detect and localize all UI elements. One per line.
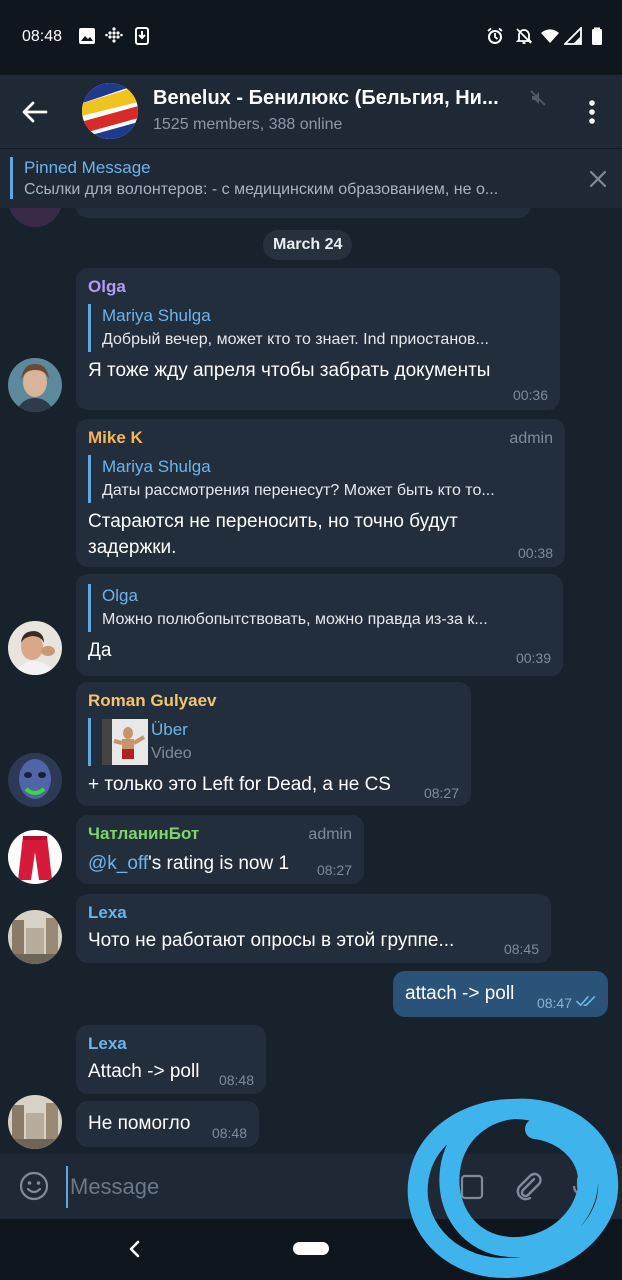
admin-badge: admin <box>509 430 553 447</box>
image-notification-icon <box>79 28 95 44</box>
message-time: 08:27 <box>316 862 352 878</box>
reply-quote-video[interactable]: Über Video <box>88 718 448 766</box>
bot-commands-icon[interactable] <box>458 1172 486 1202</box>
message-text: @k_off's rating is now 1 <box>88 851 289 877</box>
date-separator: March 24 <box>263 230 353 260</box>
avatar-mike[interactable] <box>8 621 62 675</box>
microphone-icon[interactable] <box>568 1172 598 1202</box>
reply-author: Olga <box>102 586 138 605</box>
message-time: 00:39 <box>515 650 551 666</box>
message-text: Я тоже жду апреля чтобы забрать документ… <box>88 360 491 381</box>
video-thumbnail <box>102 719 148 765</box>
back-arrow-icon[interactable] <box>20 97 50 127</box>
outgoing-message-bubble[interactable]: attach -> poll 08:47 <box>393 971 608 1017</box>
message-time: 08:48 <box>218 1072 254 1088</box>
close-icon[interactable] <box>588 169 608 189</box>
message-bubble[interactable]: ЧатланинБот admin @k_off's rating is now… <box>76 815 364 884</box>
attach-paperclip-icon[interactable] <box>512 1170 544 1202</box>
message-text: Чото не работают опросы в этой группе... <box>88 930 455 951</box>
reply-quote[interactable]: Olga Можно полюбопытствовать, можно прав… <box>88 584 551 632</box>
reply-media-type: Video <box>151 745 192 762</box>
pinned-text: Ссылки для волонтеров: - с медицинским о… <box>24 181 499 198</box>
message-time: 08:45 <box>503 941 539 957</box>
nav-home-pill[interactable] <box>293 1242 329 1255</box>
muted-icon <box>530 90 546 106</box>
message-time: 08:48 <box>211 1125 247 1141</box>
reply-quote[interactable]: Mariya Shulga Даты рассмотрения перенесу… <box>88 455 553 503</box>
avatar-lexa[interactable] <box>8 910 62 964</box>
reply-quote[interactable]: Mariya Shulga Добрый вечер, может кто то… <box>88 304 548 352</box>
dots-notification-icon <box>105 27 123 43</box>
message-input[interactable] <box>66 1166 386 1208</box>
emoji-icon[interactable] <box>18 1170 50 1202</box>
message-bubble[interactable]: Не помогло 08:48 <box>76 1101 259 1147</box>
message-time: 00:36 <box>512 387 548 403</box>
message-text: attach -> poll <box>405 983 515 1004</box>
reply-author: Über <box>151 720 188 739</box>
system-navigation-bar <box>0 1219 622 1280</box>
message-bubble[interactable]: Mike K admin Mariya Shulga Даты рассмотр… <box>76 419 565 567</box>
avatar-olga[interactable] <box>8 358 62 412</box>
reply-text: Добрый вечер, может кто то знает. Ind пр… <box>102 331 489 348</box>
message-bubble[interactable]: Lexa Чото не работают опросы в этой груп… <box>76 894 551 963</box>
message-text-rest: 's rating is now 1 <box>148 853 290 874</box>
status-bar: 08:48 <box>0 0 622 75</box>
pinned-accent-bar <box>10 157 13 199</box>
message-bubble[interactable]: Lexa Attach -> poll 08:48 <box>76 1025 266 1094</box>
sender-name[interactable]: ЧатланинБот <box>88 824 199 844</box>
signal-icon <box>564 27 582 45</box>
message-time: 08:47 <box>536 995 572 1011</box>
message-bubble[interactable]: Olga Можно полюбопытствовать, можно прав… <box>76 574 563 676</box>
message-text: Не помогло <box>88 1113 191 1134</box>
message-text: + только это Left for Dead, а не CS <box>88 774 391 795</box>
avatar-bot[interactable] <box>8 830 62 884</box>
message-composer <box>0 1154 622 1219</box>
message-text-line-1: Стараются не переносить, но точно будут <box>88 511 458 532</box>
message-text: Attach -> poll <box>88 1061 200 1082</box>
sender-name[interactable]: Lexa <box>88 1034 127 1054</box>
user-mention-link[interactable]: @k_off <box>88 853 148 874</box>
notifications-off-icon <box>515 28 533 44</box>
alarm-icon <box>487 27 503 44</box>
message-bubble[interactable]: Roman Gulyaev Über Video + только это Le… <box>76 682 471 806</box>
nav-back-icon[interactable] <box>126 1239 144 1259</box>
avatar-lexa[interactable] <box>8 1095 62 1149</box>
reply-author: Mariya Shulga <box>102 306 211 325</box>
message-text-line-2: задержки. <box>88 537 177 558</box>
download-notification-icon <box>135 27 149 45</box>
message-list[interactable]: March 24 Olga Mariya Shulga Добрый вечер… <box>0 208 622 1154</box>
chat-header: Benelux - Бенилюкс (Бельгия, Ни... 1525 … <box>0 75 622 148</box>
message-text: Да <box>88 640 112 661</box>
pinned-title: Pinned Message <box>24 158 151 177</box>
battery-icon <box>592 27 602 45</box>
avatar-roman[interactable] <box>8 753 62 807</box>
sender-name[interactable]: Olga <box>88 277 126 297</box>
read-checkmarks-icon <box>576 996 596 1007</box>
status-time: 08:48 <box>22 28 63 45</box>
sender-name[interactable]: Roman Gulyaev <box>88 691 217 711</box>
message-bubble-partial[interactable] <box>76 208 531 218</box>
wifi-icon <box>541 29 559 43</box>
message-time: 08:27 <box>423 785 459 801</box>
reply-text: Даты рассмотрения перенесут? Может быть … <box>102 482 495 499</box>
sender-name[interactable]: Mike K <box>88 428 143 448</box>
admin-badge: admin <box>308 826 352 843</box>
message-bubble[interactable]: Olga Mariya Shulga Добрый вечер, может к… <box>76 268 560 410</box>
pinned-message[interactable]: Pinned Message Ссылки для волонтеров: - … <box>0 148 622 208</box>
group-title[interactable]: Benelux - Бенилюкс (Бельгия, Ни... <box>153 87 533 110</box>
reply-text: Можно полюбопытствовать, можно правда из… <box>102 611 488 628</box>
group-subtitle: 1525 members, 388 online <box>153 116 343 133</box>
sender-name[interactable]: Lexa <box>88 903 127 923</box>
group-avatar[interactable] <box>82 83 138 139</box>
message-time: 00:38 <box>517 545 553 561</box>
more-options-icon[interactable] <box>580 97 604 127</box>
reply-author: Mariya Shulga <box>102 457 211 476</box>
avatar-partial[interactable] <box>8 208 62 227</box>
